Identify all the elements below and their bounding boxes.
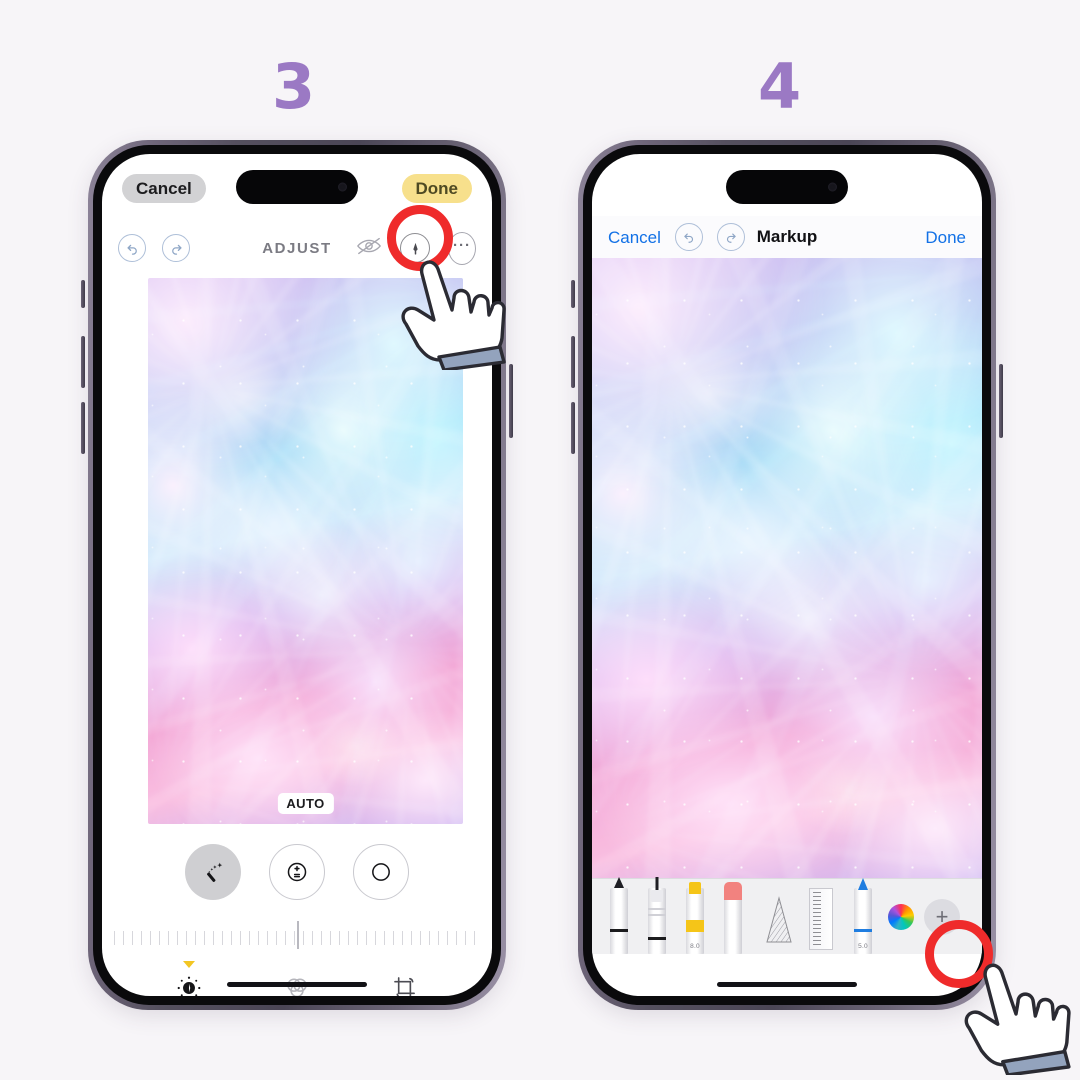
undo-icon[interactable] [118,234,146,262]
silent-switch [571,280,575,308]
volume-up-button [571,336,575,388]
done-button[interactable]: Done [401,174,472,203]
marker-tool[interactable] [640,877,674,954]
tutorial-canvas: 3 4 Cancel Done ADJUST ··· AUTO Cancel M… [0,0,1080,1080]
home-indicator[interactable] [717,982,857,987]
redo-icon[interactable] [716,223,745,251]
blue-pen-size-label: 5.0 [858,943,868,950]
step-number-4: 4 [758,50,801,123]
add-tool-button[interactable]: + [924,899,960,935]
hand-pointer-cursor [401,260,506,370]
adjust-dial-icon [177,976,201,996]
phone1-top-bar: Cancel Done [102,154,492,220]
eraser-tool[interactable] [716,880,750,954]
cancel-button[interactable]: Cancel [608,229,661,246]
tab-adjust[interactable]: Adjust [157,961,221,996]
step-number-3: 3 [272,50,315,123]
intensity-slider[interactable] [114,919,480,953]
cancel-button[interactable]: Cancel [122,174,206,203]
markup-nav-bar: Cancel Markup Done [592,216,982,258]
volume-down-button [571,402,575,454]
highlighter-tool[interactable]: 8.0 [678,880,712,954]
active-tab-marker [183,961,195,968]
tab-crop[interactable]: Crop [373,974,437,996]
adjust-mode-row [102,844,492,900]
power-button [509,364,513,438]
markup-canvas[interactable] [592,258,982,878]
exposure-button[interactable] [269,844,325,900]
redo-icon[interactable] [162,234,190,262]
volume-up-button [81,336,85,388]
phone-mockup-step4: Cancel Markup Done 8.0 5.0 + [571,140,1003,1010]
phone2-screen: Cancel Markup Done 8.0 5.0 + [592,154,982,996]
blue-pen-tool[interactable]: 5.0 [846,878,880,954]
auto-badge: AUTO [277,793,334,814]
hand-pointer-cursor [964,963,1071,1075]
home-indicator[interactable] [227,982,367,987]
silent-switch [81,280,85,308]
pen-tool[interactable] [602,877,636,954]
markup-tool-bar: 8.0 5.0 + [592,877,982,954]
ruler-tool[interactable] [806,880,836,954]
slider-handle[interactable] [297,921,299,949]
highlighter-size-label: 8.0 [690,943,700,950]
done-button[interactable]: Done [925,229,966,246]
crop-icon [394,977,415,996]
auto-enhance-button[interactable] [185,844,241,900]
lasso-tool[interactable] [762,880,796,954]
hide-eye-icon[interactable] [356,236,382,261]
volume-down-button [81,402,85,454]
power-button [999,364,1003,438]
phone-bezel: Cancel Markup Done 8.0 5.0 + [583,145,991,1005]
dynamic-island [726,170,848,204]
brilliance-button[interactable] [353,844,409,900]
color-picker-wheel[interactable] [888,904,914,930]
undo-icon[interactable] [674,223,703,251]
